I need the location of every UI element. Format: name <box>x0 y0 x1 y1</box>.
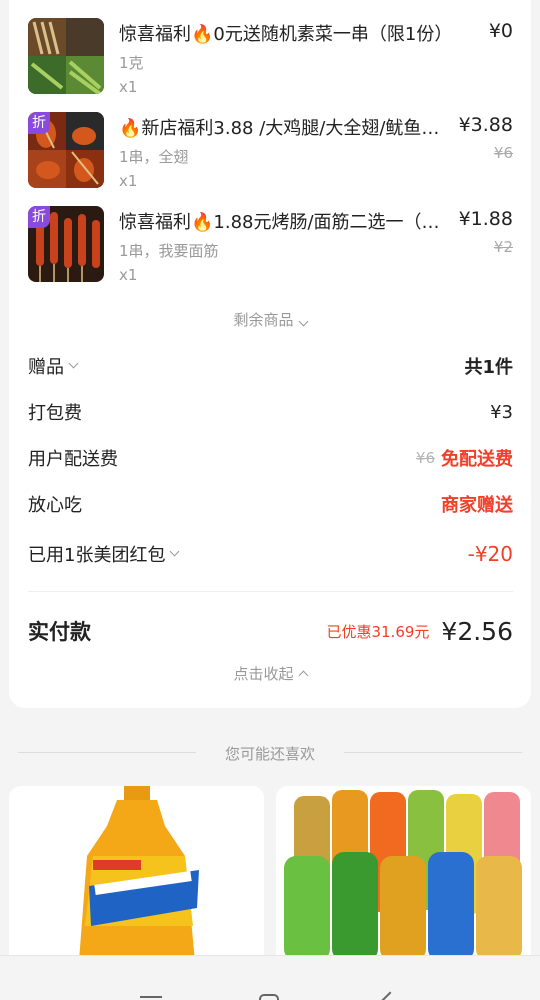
item-price: ¥0 <box>488 20 513 42</box>
chevron-up-icon <box>298 670 308 681</box>
recommend-card[interactable] <box>276 786 531 961</box>
item-quantity: x1 <box>119 172 138 190</box>
item-spec: 1克 <box>119 54 144 72</box>
item-price: ¥3.88 <box>458 114 513 136</box>
menu-icon[interactable] <box>140 996 162 998</box>
item-spec: 1串，全翅 <box>119 148 189 166</box>
safe-eat-row: 放心吃 商家赠送 <box>28 489 513 519</box>
gift-label: 赠品 <box>28 357 64 378</box>
delivery-fee-value: 免配送费 <box>441 449 513 470</box>
remaining-items-toggle[interactable]: 剩余商品 <box>9 309 531 330</box>
item-original-price: ¥2 <box>493 238 513 256</box>
ice-tea-bottle-image <box>9 786 264 961</box>
chevron-down-icon <box>68 358 79 369</box>
packing-fee-label: 打包费 <box>28 403 82 424</box>
home-icon[interactable] <box>259 994 279 1000</box>
total-label: 实付款 <box>28 620 91 644</box>
order-item[interactable]: 折 惊喜福利🔥1.88元烤肠/面筋二选一（… 1串，我要面筋 x1 ¥1.88 … <box>9 206 531 286</box>
total-discount: 已优惠31.69元 <box>326 622 430 641</box>
item-thumbnail: 折 <box>28 112 104 188</box>
item-thumbnail: 折 <box>28 206 104 282</box>
system-navigation-bar <box>0 955 540 1000</box>
total-value: ¥2.56 <box>441 616 513 646</box>
divider <box>344 752 522 753</box>
order-detail-card: 惊喜福利🔥0元送随机素菜一串（限1份） 1克 x1 ¥0 折 🔥新店福利3.88… <box>9 0 531 708</box>
recommend-card[interactable] <box>9 786 264 961</box>
item-name: 🔥新店福利3.88 /大鸡腿/大全翅/鱿鱼… <box>119 118 440 139</box>
recommend-title: 您可能还喜欢 <box>224 745 315 763</box>
item-quantity: x1 <box>119 78 138 96</box>
delivery-fee-row: 用户配送费 ¥6 免配送费 <box>28 443 513 473</box>
tea-drinks-image <box>276 786 531 961</box>
packing-fee-row: 打包费 ¥3 <box>28 397 513 427</box>
red-packet-label: 已用1张美团红包 <box>28 545 166 566</box>
red-packet-row[interactable]: 已用1张美团红包 -¥20 <box>28 539 513 569</box>
delivery-original-fee: ¥6 <box>415 449 435 467</box>
chevron-down-icon <box>298 316 308 327</box>
item-name: 惊喜福利🔥0元送随机素菜一串（限1份） <box>119 24 453 45</box>
remaining-items-label: 剩余商品 <box>233 311 294 329</box>
discount-badge: 折 <box>28 112 50 134</box>
collapse-toggle[interactable]: 点击收起 <box>9 663 531 684</box>
item-original-price: ¥6 <box>493 144 513 162</box>
chevron-down-icon <box>170 546 180 557</box>
discount-badge: 折 <box>28 206 50 228</box>
item-thumbnail <box>28 18 104 94</box>
collapse-label: 点击收起 <box>233 665 294 683</box>
gift-value: 共1件 <box>464 357 513 378</box>
item-price: ¥1.88 <box>458 208 513 230</box>
item-spec: 1串，我要面筋 <box>119 242 219 260</box>
safe-eat-value: 商家赠送 <box>441 495 513 516</box>
back-icon[interactable] <box>381 991 399 1000</box>
order-item[interactable]: 折 🔥新店福利3.88 /大鸡腿/大全翅/鱿鱼… 1串，全翅 x1 ¥3.88 … <box>9 112 531 192</box>
total-row: 实付款 已优惠31.69元 ¥2.56 <box>28 616 513 646</box>
item-name: 惊喜福利🔥1.88元烤肠/面筋二选一（… <box>119 212 440 233</box>
red-packet-value: -¥20 <box>467 542 513 566</box>
order-item[interactable]: 惊喜福利🔥0元送随机素菜一串（限1份） 1克 x1 ¥0 <box>9 18 531 98</box>
packing-fee-value: ¥3 <box>490 401 513 423</box>
item-quantity: x1 <box>119 266 138 284</box>
delivery-fee-label: 用户配送费 <box>28 449 118 470</box>
gift-row[interactable]: 赠品 共1件 <box>28 351 513 381</box>
safe-eat-label: 放心吃 <box>28 495 82 516</box>
divider <box>28 591 513 592</box>
